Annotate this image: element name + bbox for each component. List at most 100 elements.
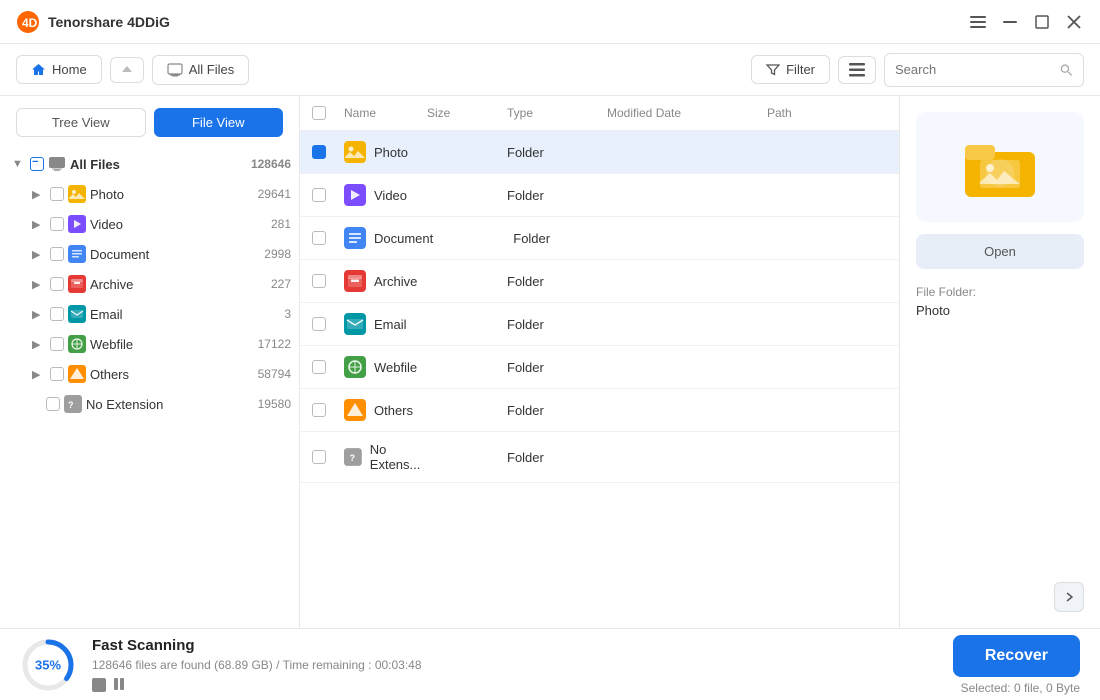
header-checkbox-col <box>312 106 344 120</box>
document-row-checkbox[interactable] <box>312 231 326 245</box>
file-row-archive[interactable]: Archive Folder <box>300 260 899 303</box>
minimize-button[interactable] <box>1000 12 1020 32</box>
svg-text:4D: 4D <box>22 16 38 30</box>
webfile-arrow-icon: ▶ <box>32 338 46 351</box>
svg-text:?: ? <box>68 400 74 410</box>
sidebar-item-video[interactable]: ▶ Video 281 <box>0 209 299 239</box>
progress-circle: 35% <box>20 637 76 693</box>
column-size: Size <box>427 106 507 120</box>
video-arrow-icon: ▶ <box>32 218 46 231</box>
preview-next-button[interactable] <box>1054 582 1084 612</box>
recover-button[interactable]: Recover <box>953 635 1080 677</box>
video-checkbox[interactable] <box>50 217 64 231</box>
select-all-checkbox[interactable] <box>312 106 326 120</box>
email-checkbox[interactable] <box>50 307 64 321</box>
webfile-label: Webfile <box>90 337 254 352</box>
preview-panel: Open File Folder: Photo <box>900 96 1100 628</box>
sidebar-item-document[interactable]: ▶ Document 2998 <box>0 239 299 269</box>
sidebar-item-photo[interactable]: ▶ Photo 29641 <box>0 179 299 209</box>
webfile-row-icon <box>344 356 366 378</box>
photo-checkbox[interactable] <box>50 187 64 201</box>
file-row-others[interactable]: Others Folder <box>300 389 899 432</box>
photo-label: Photo <box>90 187 254 202</box>
sidebar-item-email[interactable]: ▶ Email 3 <box>0 299 299 329</box>
webfile-checkbox[interactable] <box>50 337 64 351</box>
filter-button[interactable]: Filter <box>751 55 830 84</box>
photo-row-checkbox[interactable] <box>312 145 326 159</box>
list-icon <box>849 63 865 77</box>
webfile-count: 17122 <box>258 337 291 351</box>
toolbar: Home All Files Filter <box>0 44 1100 96</box>
sidebar-item-others[interactable]: ▶ Others 58794 <box>0 359 299 389</box>
document-row-name: Document <box>344 227 433 249</box>
computer-sidebar-icon <box>48 155 66 173</box>
no-ext-checkbox[interactable] <box>46 397 60 411</box>
no-ext-row-name: ? No Extens... <box>344 442 427 472</box>
recover-area: Recover Selected: 0 file, 0 Byte <box>953 635 1080 695</box>
document-checkbox[interactable] <box>50 247 64 261</box>
file-row-photo[interactable]: Photo Folder <box>300 131 899 174</box>
filter-label: Filter <box>786 62 815 77</box>
scan-stop-button[interactable] <box>92 678 106 692</box>
view-toggle: Tree View File View <box>0 108 299 149</box>
titlebar-controls <box>968 12 1084 32</box>
archive-checkbox[interactable] <box>50 277 64 291</box>
email-row-icon <box>344 313 366 335</box>
email-arrow-icon: ▶ <box>32 308 46 321</box>
archive-icon <box>68 275 86 293</box>
breadcrumb-label: All Files <box>189 62 235 77</box>
others-label: Others <box>90 367 254 382</box>
scan-pause-button[interactable] <box>114 678 124 692</box>
email-label: Email <box>90 307 280 322</box>
home-button[interactable]: Home <box>16 55 102 84</box>
sidebar-item-archive[interactable]: ▶ Archive 227 <box>0 269 299 299</box>
email-count: 3 <box>284 307 291 321</box>
sidebar-item-no-extension[interactable]: ? No Extension 19580 <box>0 389 299 419</box>
main-area: Tree View File View ▼ − All Files 128646… <box>0 96 1100 628</box>
file-row-video[interactable]: Video Folder <box>300 174 899 217</box>
breadcrumb-button[interactable]: All Files <box>152 55 250 85</box>
sidebar-item-webfile[interactable]: ▶ Webfile 17122 <box>0 329 299 359</box>
restore-button[interactable] <box>1032 12 1052 32</box>
file-row-webfile[interactable]: Webfile Folder <box>300 346 899 389</box>
all-files-checkbox[interactable]: − <box>30 157 44 171</box>
photo-row-type: Folder <box>507 145 607 160</box>
video-icon <box>68 215 86 233</box>
open-button[interactable]: Open <box>916 234 1084 269</box>
email-row-name: Email <box>344 313 427 335</box>
no-extension-icon: ? <box>64 395 82 413</box>
others-row-checkbox[interactable] <box>312 403 326 417</box>
tree-view-button[interactable]: Tree View <box>16 108 146 137</box>
selected-info: Selected: 0 file, 0 Byte <box>961 681 1080 695</box>
all-files-label: All Files <box>70 157 247 172</box>
others-count: 58794 <box>258 367 291 381</box>
up-button[interactable] <box>110 57 144 83</box>
email-row-checkbox[interactable] <box>312 317 326 331</box>
preview-meta-value: Photo <box>916 303 950 318</box>
preview-meta-label: File Folder: <box>916 285 976 299</box>
list-view-button[interactable] <box>838 56 876 84</box>
file-row-email[interactable]: Email Folder <box>300 303 899 346</box>
pause-bar-2 <box>120 678 124 690</box>
bottom-bar: 35% Fast Scanning 128646 files are found… <box>0 628 1100 700</box>
no-extension-count: 19580 <box>258 397 291 411</box>
search-input[interactable] <box>895 62 1054 77</box>
webfile-row-checkbox[interactable] <box>312 360 326 374</box>
file-row-document[interactable]: Document Folder <box>300 217 899 260</box>
close-button[interactable] <box>1064 12 1084 32</box>
archive-row-checkbox[interactable] <box>312 274 326 288</box>
others-checkbox[interactable] <box>50 367 64 381</box>
preview-folder-icon <box>960 127 1040 207</box>
video-count: 281 <box>271 217 291 231</box>
expand-arrow-icon: ▼ <box>12 158 26 170</box>
photo-row-name: Photo <box>344 141 427 163</box>
video-row-checkbox[interactable] <box>312 188 326 202</box>
sidebar-item-all-files[interactable]: ▼ − All Files 128646 <box>0 149 299 179</box>
file-view-button[interactable]: File View <box>154 108 284 137</box>
file-list-header: Name Size Type Modified Date Path <box>300 96 899 131</box>
up-arrow-icon <box>121 64 133 76</box>
no-ext-row-checkbox[interactable] <box>312 450 326 464</box>
svg-text:?: ? <box>350 453 355 463</box>
file-row-no-extension[interactable]: ? No Extens... Folder <box>300 432 899 483</box>
hamburger-button[interactable] <box>968 12 988 32</box>
